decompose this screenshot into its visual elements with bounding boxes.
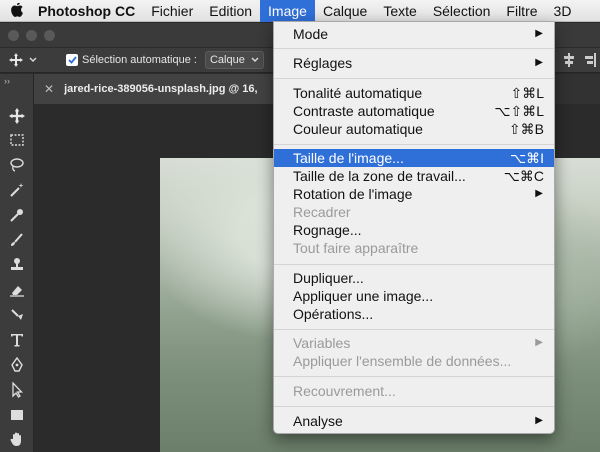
menu-item-variables[interactable]: Variables ▶ xyxy=(274,334,554,352)
hand-tool-icon[interactable] xyxy=(4,427,30,451)
shortcut: ⇧⌘B xyxy=(508,121,544,137)
menu-texte[interactable]: Texte xyxy=(375,0,424,22)
submenu-arrow-icon: ▶ xyxy=(535,188,543,199)
menu-separator xyxy=(274,144,554,145)
menu-item-tonalite-auto[interactable]: Tonalité automatique ⇧⌘L xyxy=(274,84,554,102)
auto-select-value: Calque xyxy=(209,54,245,66)
menu-calque[interactable]: Calque xyxy=(315,0,375,22)
auto-select-dropdown[interactable]: Calque xyxy=(204,51,264,69)
menu-item-mode[interactable]: Mode ▶ xyxy=(274,25,554,43)
menu-image[interactable]: Image xyxy=(260,0,315,22)
shortcut: ⌥⌘I xyxy=(509,150,544,166)
eyedropper-icon[interactable] xyxy=(4,203,30,227)
submenu-arrow-icon: ▶ xyxy=(535,57,543,68)
menu-item-couleur-auto[interactable]: Couleur automatique ⇧⌘B xyxy=(274,120,554,138)
move-tool-preset[interactable] xyxy=(0,53,46,67)
zoom-window-button[interactable] xyxy=(44,30,55,41)
marquee-tool-icon[interactable] xyxy=(4,128,30,152)
menu-3d[interactable]: 3D xyxy=(546,0,580,22)
blur-smudge-icon[interactable] xyxy=(4,303,30,327)
menu-separator xyxy=(274,376,554,377)
close-tab-icon[interactable]: ✕ xyxy=(44,82,54,96)
menu-separator xyxy=(274,78,554,79)
document-tab-title: jared-rice-389056-unsplash.jpg @ 16, xyxy=(64,83,258,95)
submenu-arrow-icon: ▶ xyxy=(535,337,543,348)
eraser-icon[interactable] xyxy=(4,278,30,302)
align-buttons xyxy=(562,53,596,67)
menu-item-operations[interactable]: Opérations... xyxy=(274,305,554,323)
menu-item-analyse[interactable]: Analyse ▶ xyxy=(274,412,554,430)
brush-icon[interactable] xyxy=(4,228,30,252)
stamp-icon[interactable] xyxy=(4,253,30,277)
menu-app-name[interactable]: Photoshop CC xyxy=(34,0,143,22)
close-window-button[interactable] xyxy=(8,30,19,41)
selection-arrow-icon[interactable] xyxy=(4,378,30,402)
move-tool-icon[interactable] xyxy=(4,104,30,128)
chevron-down-icon xyxy=(251,57,259,62)
shortcut: ⌥⇧⌘L xyxy=(494,103,544,119)
checkmark-icon xyxy=(67,56,77,64)
menu-item-rotation[interactable]: Rotation de l'image ▶ xyxy=(274,185,554,203)
pen-tool-icon[interactable] xyxy=(4,353,30,377)
minimize-window-button[interactable] xyxy=(26,30,37,41)
menu-item-recouvrement[interactable]: Recouvrement... xyxy=(274,382,554,400)
shortcut: ⇧⌘L xyxy=(510,85,544,101)
mac-menu-bar: Photoshop CC Fichier Edition Image Calqu… xyxy=(0,0,600,22)
menu-item-taille-image[interactable]: Taille de l'image... ⌥⌘I xyxy=(274,149,554,167)
menu-separator xyxy=(274,329,554,330)
menu-item-taille-zone[interactable]: Taille de la zone de travail... ⌥⌘C xyxy=(274,167,554,185)
image-menu-dropdown: Mode ▶ Réglages ▶ Tonalité automatique ⇧… xyxy=(273,21,555,434)
align-horizontal-icon[interactable] xyxy=(562,53,576,67)
chevron-down-icon xyxy=(29,57,37,62)
menu-separator xyxy=(274,48,554,49)
menu-item-appliquer-donnees[interactable]: Appliquer l'ensemble de données... xyxy=(274,352,554,370)
rectangle-tool-icon[interactable] xyxy=(4,403,30,427)
menu-item-contraste-auto[interactable]: Contraste automatique ⌥⇧⌘L xyxy=(274,102,554,120)
menu-separator xyxy=(274,264,554,265)
menu-item-tout-faire-apparaitre[interactable]: Tout faire apparaître xyxy=(274,239,554,257)
submenu-arrow-icon: ▶ xyxy=(535,415,543,426)
align-right-icon[interactable] xyxy=(582,53,596,67)
shortcut: ⌥⌘C xyxy=(503,168,544,184)
magic-wand-icon[interactable] xyxy=(4,178,30,202)
screen: Photoshop CC Fichier Edition Image Calqu… xyxy=(0,0,600,452)
menu-edition[interactable]: Edition xyxy=(201,0,260,22)
menu-fichier[interactable]: Fichier xyxy=(143,0,201,22)
menu-selection[interactable]: Sélection xyxy=(425,0,499,22)
type-tool-icon[interactable] xyxy=(4,328,30,352)
menu-item-appliquer-image[interactable]: Appliquer une image... xyxy=(274,287,554,305)
collapse-arrows-icon[interactable]: ›› xyxy=(4,76,10,86)
lasso-tool-icon[interactable] xyxy=(4,153,30,177)
submenu-arrow-icon: ▶ xyxy=(535,28,543,39)
menu-item-dupliquer[interactable]: Dupliquer... xyxy=(274,269,554,287)
move-icon xyxy=(9,53,23,67)
menu-item-reglages[interactable]: Réglages ▶ xyxy=(274,54,554,72)
menu-item-rognage[interactable]: Rognage... xyxy=(274,221,554,239)
apple-icon[interactable] xyxy=(0,0,34,22)
auto-select-checkbox[interactable] xyxy=(66,54,78,66)
menu-filtre[interactable]: Filtre xyxy=(498,0,545,22)
menu-separator xyxy=(274,406,554,407)
auto-select-label: Sélection automatique : xyxy=(82,54,197,66)
menu-item-recadrer[interactable]: Recadrer xyxy=(274,203,554,221)
tools-panel: ›› xyxy=(0,74,34,452)
